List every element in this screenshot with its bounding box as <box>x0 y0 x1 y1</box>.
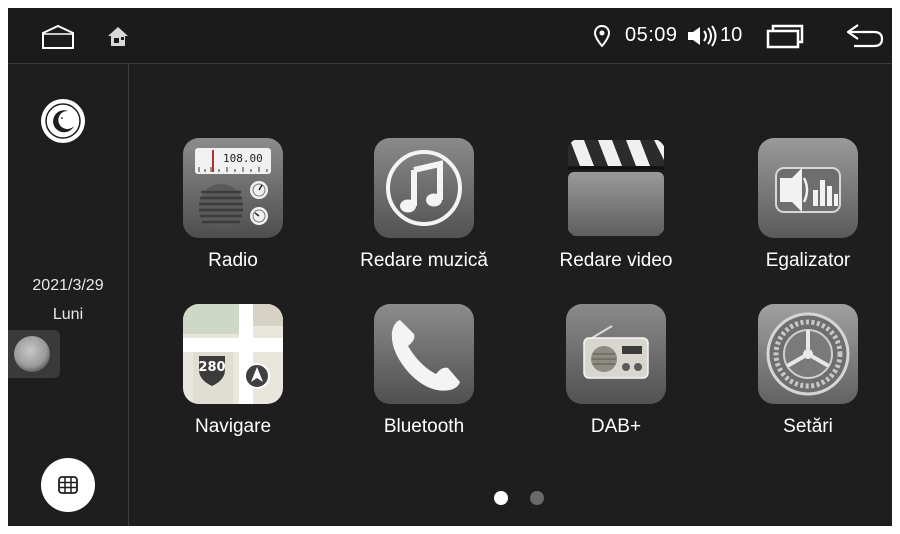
head-unit-screen: 05:09 10 2021/3/29 Luni 108.00 Radio Red… <box>8 8 892 526</box>
music-note-icon <box>374 138 474 238</box>
app-radio[interactable]: 108.00 Radio <box>133 138 333 288</box>
volume-level: 10 <box>720 24 743 46</box>
app-label: Redare muzică <box>360 250 488 271</box>
recent-apps-icon[interactable] <box>766 23 804 49</box>
radio-icon: 108.00 <box>183 138 283 238</box>
speaker-volume-icon <box>688 25 717 47</box>
app-label: DAB+ <box>590 416 642 437</box>
floating-ball-icon[interactable] <box>8 330 60 378</box>
back-arrow-icon[interactable] <box>844 21 886 51</box>
settings-gear-icon <box>758 304 858 404</box>
app-video[interactable]: Redare video <box>516 138 716 288</box>
home-icon[interactable] <box>41 24 75 50</box>
app-dab[interactable]: DAB+ <box>516 304 716 454</box>
app-equalizer[interactable]: Egalizator <box>708 138 892 288</box>
app-label: Navigare <box>194 416 272 437</box>
date-text: 2021/3/29 <box>32 277 104 294</box>
house-app-icon[interactable] <box>106 24 130 48</box>
page-indicator <box>494 488 554 508</box>
clock-time: 05:09 <box>625 24 678 46</box>
app-bluetooth[interactable]: Bluetooth <box>324 304 524 454</box>
app-label: Egalizator <box>765 250 851 271</box>
sidebar: 2021/3/29 Luni <box>8 64 129 526</box>
weekday-text: Luni <box>52 306 84 323</box>
status-bar: 05:09 10 <box>8 8 892 64</box>
location-pin-icon <box>593 25 611 47</box>
page-dot-active[interactable] <box>494 491 508 505</box>
phone-handset-icon <box>374 304 474 404</box>
app-label: Redare video <box>559 250 673 271</box>
app-music[interactable]: Redare muzică <box>324 138 524 288</box>
clapperboard-icon <box>566 138 666 238</box>
moon-stars-icon[interactable] <box>41 99 85 143</box>
map-navigation-icon: 280 <box>183 304 283 404</box>
app-label: Bluetooth <box>383 416 465 437</box>
page-dot[interactable] <box>530 491 544 505</box>
app-navigation[interactable]: 280 Navigare <box>133 304 333 454</box>
radio-frequency: 108.00 <box>223 152 263 165</box>
road-number: 280 <box>198 360 225 375</box>
app-label: Radio <box>208 250 258 271</box>
equalizer-speaker-icon <box>758 138 858 238</box>
grid-icon[interactable] <box>41 458 95 512</box>
app-label: Setări <box>783 416 833 437</box>
app-settings[interactable]: Setări <box>708 304 892 454</box>
portable-radio-icon <box>566 304 666 404</box>
